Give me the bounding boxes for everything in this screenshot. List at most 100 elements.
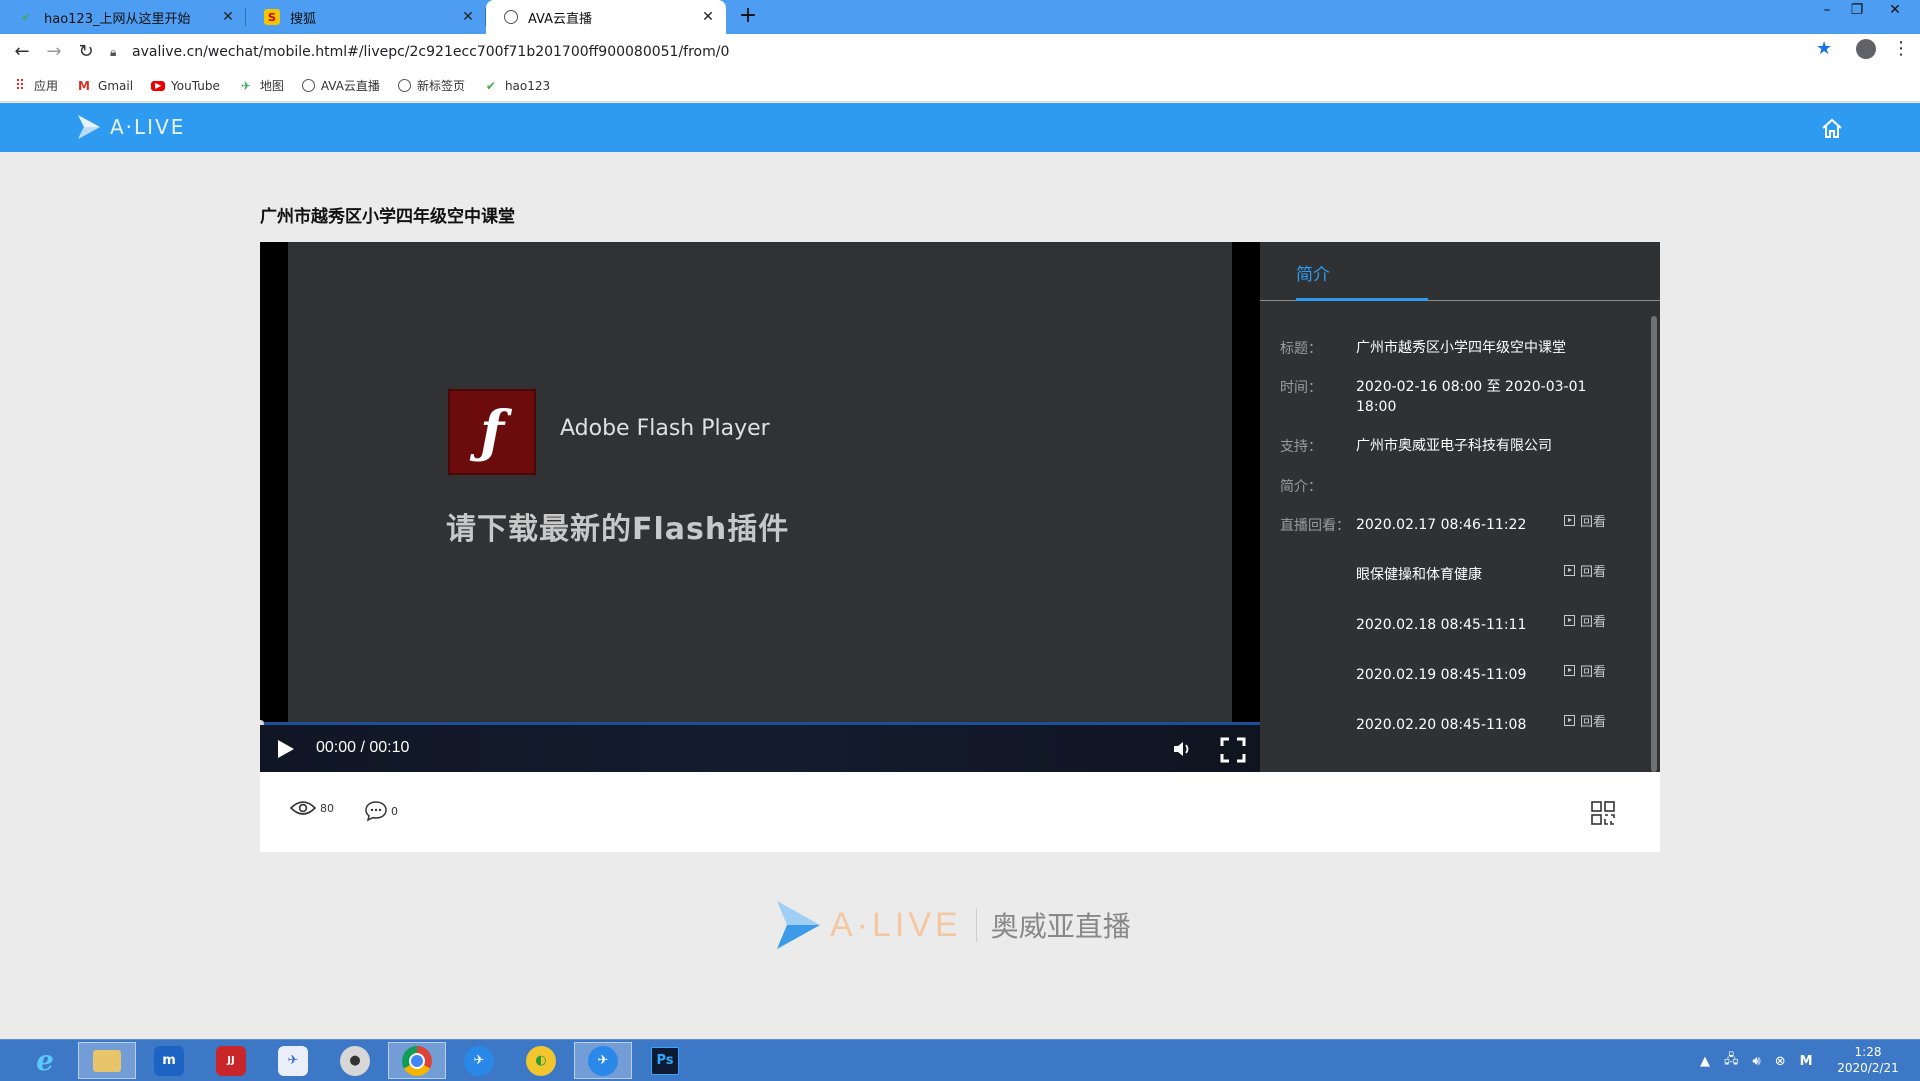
taskbar-photoshop[interactable]: Ps bbox=[636, 1042, 694, 1079]
back-button[interactable]: ← bbox=[10, 40, 34, 64]
close-window-button[interactable]: ✕ bbox=[1880, 2, 1910, 18]
bookmark-label: 应用 bbox=[34, 79, 59, 93]
new-tab-button[interactable]: + bbox=[736, 5, 760, 29]
url-text: avalive.cn/wechat/mobile.html#/livepc/2c… bbox=[132, 44, 730, 60]
replay-button[interactable]: 回看 bbox=[1564, 611, 1606, 630]
url-input[interactable]: 🔒︎ avalive.cn/wechat/mobile.html#/livepc… bbox=[110, 38, 1830, 66]
menu-icon[interactable]: ⋮ bbox=[1892, 38, 1910, 59]
replay-button[interactable]: 回看 bbox=[1564, 561, 1606, 580]
alive-logo-icon bbox=[78, 115, 100, 139]
info-value: 广州市奥威亚电子科技有限公司 bbox=[1356, 438, 1552, 454]
apps-grid-icon: ⠿ bbox=[14, 77, 26, 94]
bookmarks-bar: ⠿ 应用 M Gmail ▶ YouTube ✈ 地图 AVA云直播 新标签页 … bbox=[0, 70, 1920, 102]
comment-icon bbox=[365, 801, 387, 822]
taskbar-dingtalk-alt[interactable]: ✈ bbox=[574, 1042, 632, 1079]
taskbar-maxthon[interactable]: m bbox=[140, 1042, 198, 1079]
replay-button-label: 回看 bbox=[1580, 515, 1607, 530]
footer-separator bbox=[975, 908, 977, 942]
panel-scrollbar[interactable] bbox=[1651, 316, 1657, 772]
tray-expand-icon[interactable]: ▲ bbox=[1700, 1054, 1710, 1069]
tab-sohu[interactable]: S 搜狐 ✕ bbox=[246, 0, 486, 34]
comment-count-value: 0 bbox=[391, 804, 398, 818]
info-label: 支持： bbox=[1280, 439, 1322, 455]
play-button[interactable] bbox=[274, 738, 296, 760]
play-box-icon bbox=[1564, 615, 1575, 626]
restore-button[interactable]: ❐ bbox=[1842, 2, 1872, 18]
reload-button[interactable]: ↻ bbox=[74, 40, 98, 64]
replay-button[interactable]: 回看 bbox=[1564, 661, 1606, 680]
bookmark-label: YouTube bbox=[171, 78, 220, 93]
side-panel: 简介 标题： 广州市越秀区小学四年级空中课堂 时间： 2020-02-16 08… bbox=[1260, 242, 1660, 772]
flash-product-name: Adobe Flash Player bbox=[560, 416, 770, 441]
taskbar-chrome[interactable] bbox=[388, 1042, 446, 1079]
tab-hao123[interactable]: ✔ hao123_上网从这里开始 ✕ bbox=[0, 0, 246, 34]
flash-download-message[interactable]: 请下载最新的Flash插件 bbox=[446, 504, 789, 548]
footer-logo-text: A·LIVE bbox=[830, 905, 962, 944]
comment-count[interactable]: 0 bbox=[364, 800, 398, 822]
bookmark-apps[interactable]: ⠿ 应用 bbox=[12, 77, 58, 94]
replay-button[interactable]: 回看 bbox=[1564, 511, 1606, 530]
footer-logo: A·LIVE 奥威亚直播 bbox=[774, 898, 1131, 952]
flash-placeholder[interactable]: ƒ Adobe Flash Player 请下载最新的Flash插件 bbox=[288, 242, 1232, 722]
taskbar-panda[interactable]: ● bbox=[326, 1042, 384, 1079]
tray-status-icon[interactable]: ⊗ bbox=[1775, 1054, 1786, 1069]
bookmark-ava[interactable]: AVA云直播 bbox=[301, 77, 380, 94]
dingtalk-alt-icon: ✈ bbox=[588, 1045, 618, 1076]
play-box-icon bbox=[1564, 565, 1575, 576]
bookmark-newtab[interactable]: 新标签页 bbox=[397, 77, 465, 94]
bookmark-gmail[interactable]: M Gmail bbox=[76, 78, 133, 94]
fullscreen-icon[interactable] bbox=[1220, 737, 1246, 763]
home-icon[interactable] bbox=[1820, 117, 1844, 139]
input-method-icon[interactable]: M bbox=[1800, 1054, 1813, 1069]
qr-code-icon[interactable] bbox=[1590, 800, 1616, 826]
bookmark-label: 地图 bbox=[259, 79, 284, 93]
taskbar-file-explorer[interactable] bbox=[78, 1042, 136, 1079]
taskbar-clock[interactable]: 1:28 2020/2/21 bbox=[1832, 1044, 1904, 1076]
speaker-icon[interactable]: 🔊︎ bbox=[1753, 1054, 1761, 1069]
address-bar: ← → ↻ 🔒︎ avalive.cn/wechat/mobile.html#/… bbox=[0, 34, 1920, 70]
info-value: 广州市越秀区小学四年级空中课堂 bbox=[1356, 340, 1566, 356]
bookmark-hao123[interactable]: ✔ hao123 bbox=[483, 78, 550, 94]
taskbar-feishu[interactable]: ✈ bbox=[264, 1042, 322, 1079]
gmail-icon: M bbox=[78, 78, 90, 93]
taskbar-ie[interactable]: e bbox=[16, 1042, 74, 1079]
replay-button-label: 回看 bbox=[1580, 565, 1607, 580]
taskbar-dingtalk[interactable]: ✈ bbox=[450, 1042, 508, 1079]
file-explorer-icon bbox=[93, 1049, 121, 1072]
tab-label: 搜狐 bbox=[290, 11, 317, 27]
forward-button[interactable]: → bbox=[42, 40, 66, 64]
close-icon[interactable]: ✕ bbox=[220, 9, 236, 25]
volume-icon[interactable] bbox=[1172, 739, 1192, 759]
minimize-button[interactable]: – bbox=[1812, 2, 1842, 18]
globe-icon bbox=[397, 79, 411, 92]
tab-ava-live[interactable]: AVA云直播 ✕ bbox=[486, 0, 726, 34]
close-icon[interactable]: ✕ bbox=[460, 9, 476, 25]
dingtalk-icon: ✈ bbox=[464, 1045, 494, 1076]
view-count-value: 80 bbox=[320, 801, 334, 815]
info-value: 2020-02-16 08:00 至 2020-03-01 18:00 bbox=[1356, 379, 1587, 415]
windows-taskbar: e m JJ ✈ ● ✈ ◐ ✈ Ps ▲ 🖧︎ 🔊︎ ⊗ M 1:28 202… bbox=[0, 1039, 1920, 1081]
feishu-icon: ✈ bbox=[278, 1045, 308, 1076]
play-box-icon bbox=[1564, 715, 1575, 726]
panda-icon: ● bbox=[340, 1045, 370, 1076]
maps-icon: ✈ bbox=[240, 78, 251, 93]
replay-button[interactable]: 回看 bbox=[1564, 711, 1606, 730]
replay-button-label: 回看 bbox=[1580, 615, 1607, 630]
site-logo[interactable]: A·LIVE bbox=[76, 113, 185, 141]
player-controls: 00:00 / 00:10 bbox=[260, 725, 1260, 772]
taskbar-qqbrowser[interactable]: ◐ bbox=[512, 1042, 570, 1079]
profile-icon[interactable] bbox=[1856, 39, 1876, 59]
hao123-icon: ✔ bbox=[485, 78, 496, 93]
network-icon[interactable]: 🖧︎ bbox=[1724, 1050, 1739, 1072]
bookmark-label: AVA云直播 bbox=[320, 79, 380, 93]
taskbar-jjgame[interactable]: JJ bbox=[202, 1042, 260, 1079]
bookmark-star-icon[interactable]: ★ bbox=[1816, 38, 1832, 59]
bookmark-youtube[interactable]: ▶ YouTube bbox=[151, 79, 220, 93]
maxthon-icon: m bbox=[154, 1045, 184, 1076]
close-icon[interactable]: ✕ bbox=[700, 9, 716, 25]
tab-intro[interactable]: 简介 bbox=[1296, 260, 1330, 285]
bookmark-maps[interactable]: ✈ 地图 bbox=[238, 77, 284, 94]
video-player[interactable]: ƒ Adobe Flash Player 请下载最新的Flash插件 00:00… bbox=[260, 242, 1260, 772]
chrome-icon bbox=[402, 1045, 432, 1076]
qqbrowser-icon: ◐ bbox=[526, 1045, 556, 1076]
